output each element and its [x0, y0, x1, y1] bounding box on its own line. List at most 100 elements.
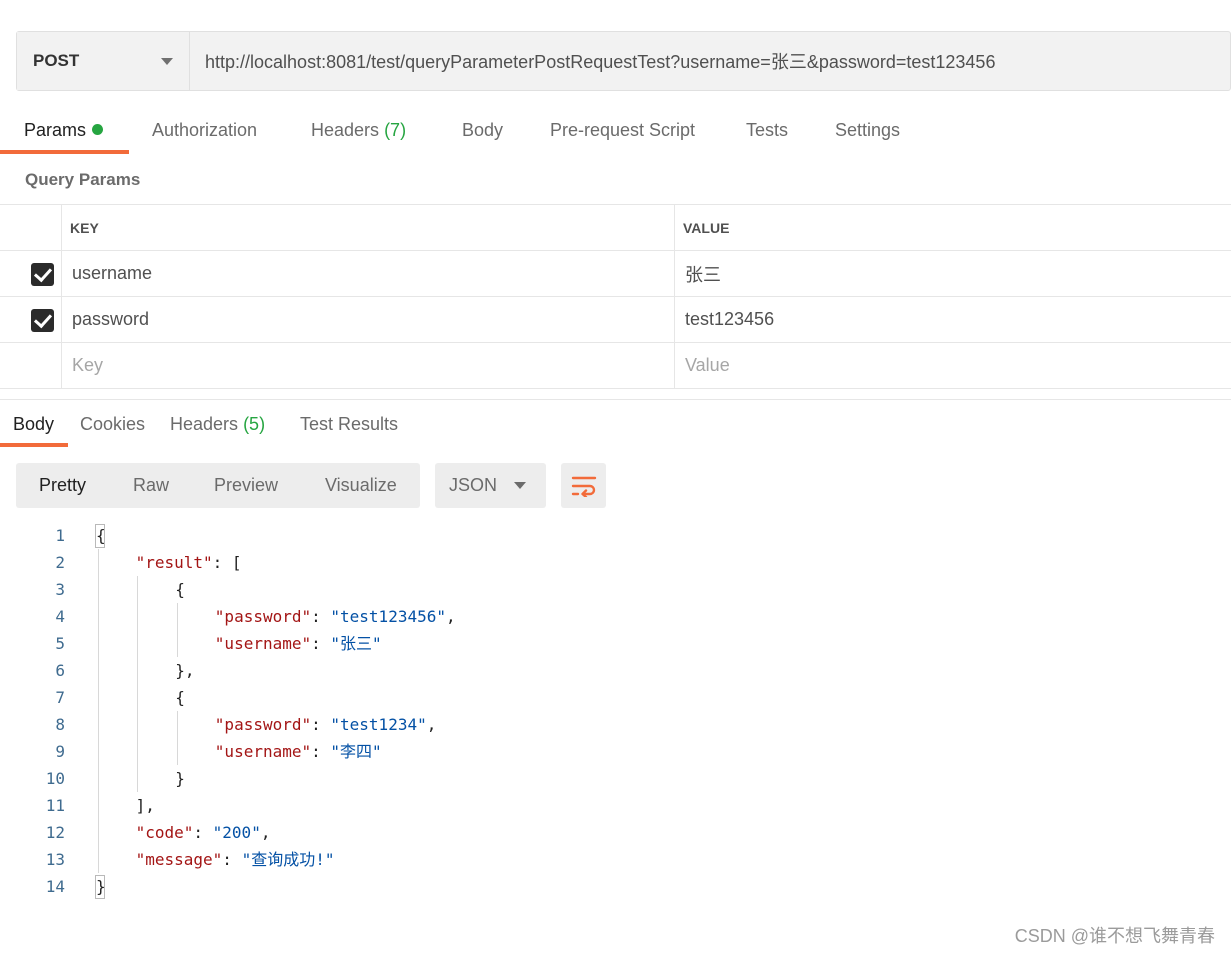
tab-settings-label: Settings [835, 120, 901, 140]
tab-headers[interactable]: Headers (7) [311, 120, 406, 141]
code-line: 8 "password": "test1234", [0, 711, 1231, 738]
code-line: 7{ [0, 684, 1231, 711]
line-number: 8 [55, 715, 65, 734]
tab-cookies[interactable]: Cookies [80, 414, 145, 435]
code-text: "username": "李四" [215, 738, 382, 765]
code-line: 5 "username": "张三" [0, 630, 1231, 657]
tab-headers-count: (7) [384, 120, 407, 140]
table-row: password test123456 [0, 297, 1231, 343]
tab-body[interactable]: Body [462, 120, 503, 141]
code-line: 11], [0, 792, 1231, 819]
line-number: 9 [55, 742, 65, 761]
code-text: }, [175, 657, 194, 684]
param-key-field[interactable]: password [62, 297, 675, 342]
tab-headers-label: Headers [311, 120, 380, 140]
json-key: "username" [214, 742, 312, 761]
json-key: "password" [214, 715, 312, 734]
response-body-viewer[interactable]: 1{2 "result": [3{4 "password": "test123456… [0, 522, 1231, 900]
tab-pre-request-script[interactable]: Pre-request Script [550, 120, 695, 141]
json-key: "result" [135, 553, 213, 572]
code-line: 4 "password": "test123456", [0, 603, 1231, 630]
line-number: 12 [45, 823, 65, 842]
view-raw-button[interactable]: Raw [133, 475, 169, 496]
line-number: 11 [45, 796, 65, 815]
new-value-input[interactable]: Value [675, 343, 1231, 388]
json-punctuation: , [445, 607, 456, 626]
key-placeholder: Key [72, 355, 104, 375]
line-number: 5 [55, 634, 65, 653]
indent-guide [177, 711, 178, 765]
line-number: 3 [55, 580, 65, 599]
param-value-field[interactable]: test123456 [675, 297, 1231, 342]
json-punctuation: } [175, 769, 185, 788]
tab-authorization[interactable]: Authorization [152, 120, 257, 141]
checkbox-checked[interactable] [31, 263, 54, 286]
line-number: 1 [55, 526, 65, 545]
format-label: JSON [449, 475, 498, 495]
format-select[interactable]: JSON [435, 463, 546, 508]
json-string: "test123456" [330, 607, 446, 626]
view-pretty-button[interactable]: Pretty [39, 475, 86, 496]
wrap-lines-icon [571, 476, 596, 497]
view-preview-button[interactable]: Preview [214, 475, 278, 496]
table-row: username 张三 [0, 251, 1231, 297]
header-check-cell [0, 205, 62, 250]
tab-response-headers-count: (5) [243, 414, 266, 434]
code-text: "result": [ [136, 549, 242, 576]
wrap-lines-button[interactable] [561, 463, 606, 508]
code-line: 3{ [0, 576, 1231, 603]
json-punctuation: }, [175, 661, 195, 680]
code-line: 13 "message": "查询成功!" [0, 846, 1231, 873]
tab-response-headers[interactable]: Headers (5) [170, 414, 265, 435]
tab-body-label: Body [462, 120, 504, 140]
json-punctuation: : [311, 607, 331, 626]
json-punctuation: { [175, 688, 185, 707]
code-line: 9 "username": "李四" [0, 738, 1231, 765]
json-punctuation: : [ [212, 553, 242, 572]
json-key: "password" [214, 607, 312, 626]
active-response-tab-indicator [0, 443, 68, 447]
json-punctuation: : [222, 850, 242, 869]
json-punctuation: ], [135, 796, 155, 815]
checkbox-checked[interactable] [31, 309, 54, 332]
line-number: 14 [45, 877, 65, 896]
tab-pre-request-script-label: Pre-request Script [550, 120, 696, 140]
active-tab-indicator [0, 150, 129, 154]
query-params-table: KEY VALUE username 张三 password test12345… [0, 204, 1231, 389]
tab-response-body[interactable]: Body [13, 414, 54, 435]
code-text: "password": "test1234", [215, 711, 437, 738]
table-row-empty: Key Value [0, 343, 1231, 389]
view-visualize-button[interactable]: Visualize [325, 475, 397, 496]
tab-settings[interactable]: Settings [835, 120, 900, 141]
param-key-field[interactable]: username [62, 251, 675, 296]
tab-tests[interactable]: Tests [746, 120, 788, 141]
json-punctuation: { [175, 580, 185, 599]
request-bar: POST http://localhost:8081/test/queryPar… [16, 31, 1231, 91]
row-check-cell [0, 251, 62, 296]
json-punctuation: : [311, 715, 331, 734]
tab-params[interactable]: Params [24, 120, 104, 141]
line-number: 7 [55, 688, 65, 707]
bracket-match-highlight [95, 875, 105, 899]
json-string: "test1234" [330, 715, 427, 734]
method-select[interactable]: POST [17, 32, 190, 90]
tab-response-headers-label: Headers [170, 414, 239, 434]
method-label: POST [33, 51, 80, 70]
json-string: "张三" [330, 634, 382, 653]
query-params-title: Query Params [25, 170, 141, 189]
json-string: "200" [212, 823, 261, 842]
code-line: 14} [0, 873, 1231, 900]
code-text: } [175, 765, 185, 792]
json-key: "username" [214, 634, 312, 653]
value-placeholder: Value [685, 355, 730, 375]
new-key-input[interactable]: Key [62, 343, 675, 388]
code-text: { [175, 684, 185, 711]
param-value-field[interactable]: 张三 [675, 251, 1231, 296]
bracket-match-highlight [95, 524, 105, 548]
code-line: 10} [0, 765, 1231, 792]
line-number: 4 [55, 607, 65, 626]
header-key: KEY [62, 205, 675, 250]
tab-test-results[interactable]: Test Results [300, 414, 398, 435]
table-header-row: KEY VALUE [0, 205, 1231, 251]
url-input[interactable]: http://localhost:8081/test/queryParamete… [190, 32, 1230, 90]
